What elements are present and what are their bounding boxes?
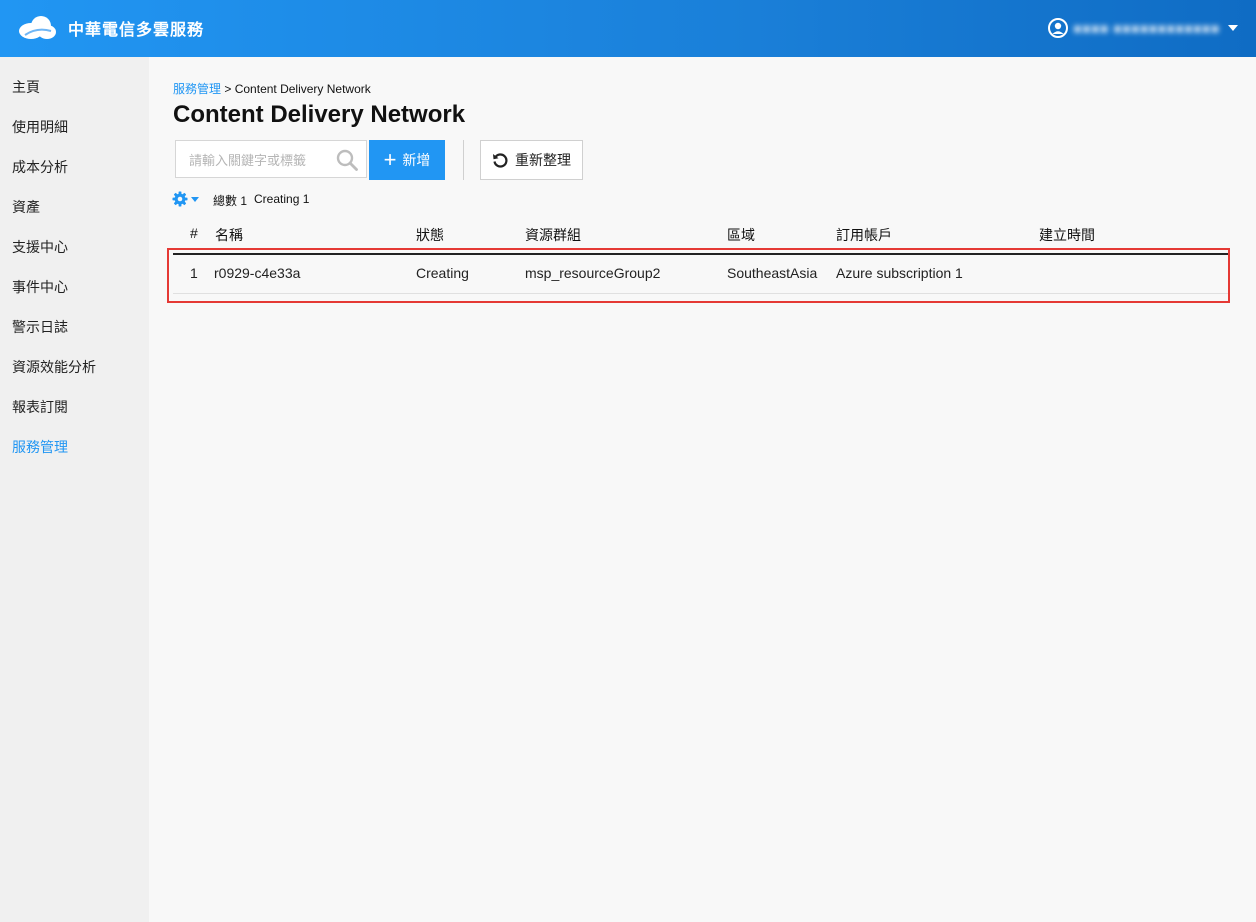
column-header-region[interactable]: 區域 xyxy=(727,225,755,245)
column-header-name[interactable]: 名稱 xyxy=(215,225,243,245)
gear-icon xyxy=(172,191,188,207)
row-subscription: Azure subscription 1 xyxy=(836,265,963,281)
summary-total: 總數 1 xyxy=(213,194,248,208)
add-button-label: 新增 xyxy=(402,152,431,168)
table-header-divider xyxy=(173,253,1228,255)
page-title: Content Delivery Network xyxy=(173,101,466,128)
search-box xyxy=(175,140,367,179)
breadcrumb-current: Content Delivery Network xyxy=(234,82,371,96)
column-header-index: # xyxy=(190,225,198,241)
row-index: 1 xyxy=(190,265,198,281)
top-header: 中華電信多雲服務 ■■■■ ■■■■■■■■■■■■ xyxy=(0,0,1256,57)
summary-creating: Creating 1 xyxy=(254,192,310,206)
cloud-logo-icon xyxy=(19,16,56,39)
sidebar-item-report-subscription[interactable]: 報表訂閱 xyxy=(12,397,68,417)
search-input[interactable] xyxy=(176,141,351,179)
sidebar-item-assets[interactable]: 資產 xyxy=(12,197,40,217)
user-avatar-icon xyxy=(1047,18,1068,38)
add-button[interactable]: + 新增 xyxy=(369,140,445,180)
breadcrumb-separator: > xyxy=(224,82,232,96)
sidebar-item-alert-log[interactable]: 警示日誌 xyxy=(12,317,68,337)
main-content: 服務管理 > Content Delivery Network Content … xyxy=(149,57,1256,922)
user-name: ■■■■ ■■■■■■■■■■■■ xyxy=(1073,20,1220,36)
search-icon[interactable] xyxy=(336,149,358,171)
user-menu[interactable]: ■■■■ ■■■■■■■■■■■■ xyxy=(1047,16,1238,40)
row-name[interactable]: r0929-c4e33a xyxy=(214,265,300,281)
sidebar: 主頁 使用明細 成本分析 資產 支援中心 事件中心 警示日誌 資源效能分析 報表… xyxy=(0,57,149,922)
sidebar-item-service-management[interactable]: 服務管理 xyxy=(12,437,68,457)
summary-counts: 總數 1 Creating 1 xyxy=(213,192,309,209)
refresh-icon xyxy=(493,153,508,168)
sidebar-item-cost-analysis[interactable]: 成本分析 xyxy=(12,157,68,177)
sidebar-item-home[interactable]: 主頁 xyxy=(12,77,40,97)
column-header-created[interactable]: 建立時間 xyxy=(1039,225,1095,245)
refresh-button[interactable]: 重新整理 xyxy=(480,140,583,180)
sidebar-item-event-center[interactable]: 事件中心 xyxy=(12,277,68,297)
sidebar-item-support-center[interactable]: 支援中心 xyxy=(12,237,68,257)
sidebar-item-usage-details[interactable]: 使用明細 xyxy=(12,117,68,137)
table-row-divider xyxy=(173,293,1228,294)
row-status: Creating xyxy=(416,265,469,281)
column-header-subscription[interactable]: 訂用帳戶 xyxy=(836,225,892,245)
toolbar-divider xyxy=(463,140,464,180)
column-settings-toggle[interactable] xyxy=(172,191,199,207)
brand-title: 中華電信多雲服務 xyxy=(68,22,205,39)
breadcrumb-parent-link[interactable]: 服務管理 xyxy=(173,82,221,96)
row-region: SoutheastAsia xyxy=(727,265,818,281)
column-header-resource-group[interactable]: 資源群組 xyxy=(525,225,581,245)
row-resource-group: msp_resourceGroup2 xyxy=(525,265,661,281)
sidebar-item-resource-performance[interactable]: 資源效能分析 xyxy=(12,357,96,377)
plus-icon: + xyxy=(383,147,397,172)
column-header-status[interactable]: 狀態 xyxy=(416,225,444,245)
caret-down-icon xyxy=(1228,25,1238,31)
caret-down-icon xyxy=(191,196,199,202)
breadcrumb: 服務管理 > Content Delivery Network xyxy=(173,80,371,97)
refresh-button-label: 重新整理 xyxy=(515,152,571,168)
row-highlight-box xyxy=(167,248,1230,303)
